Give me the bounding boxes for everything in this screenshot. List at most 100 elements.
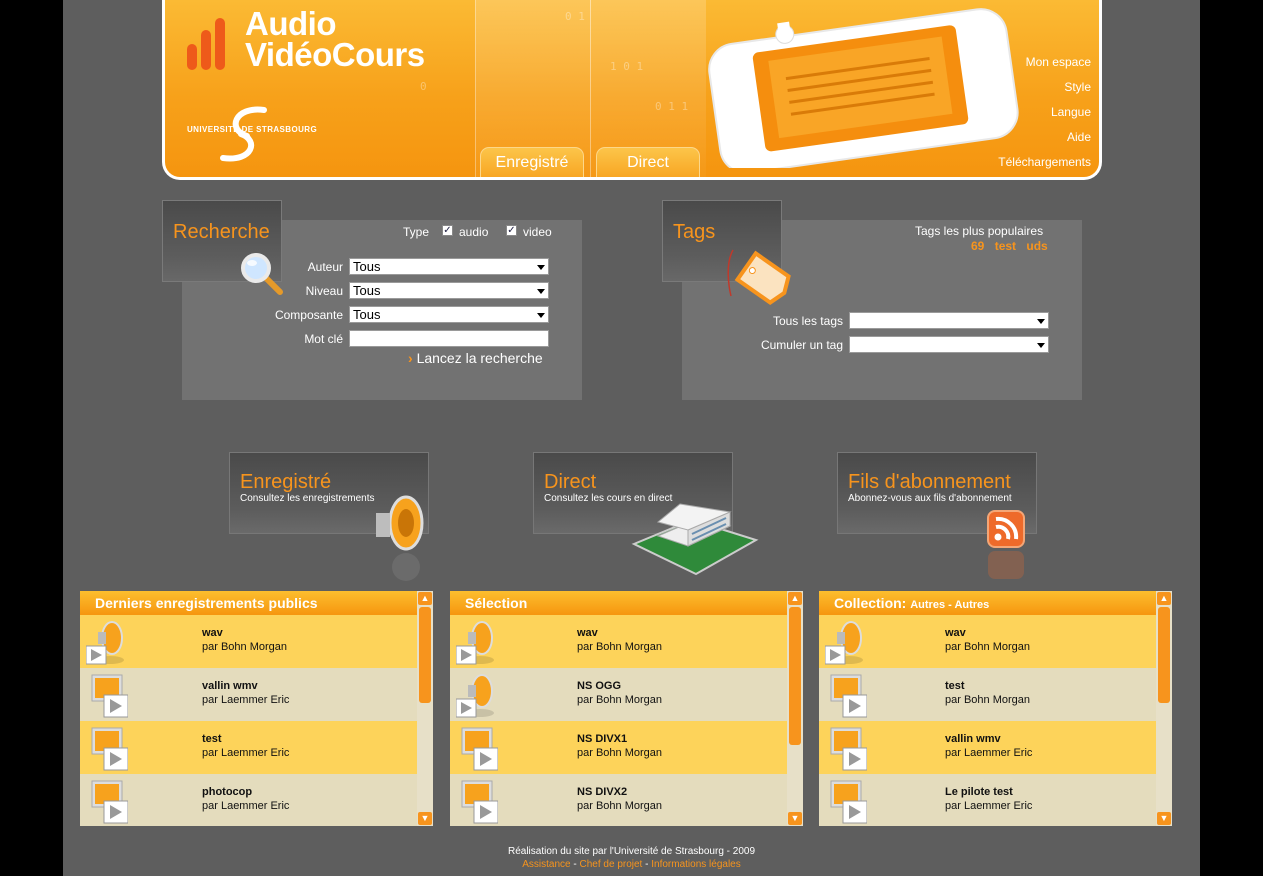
list-item[interactable]: vallin wmv par Laemmer Eric <box>819 721 1156 774</box>
scroll-up-icon[interactable]: ▲ <box>418 592 432 605</box>
audio-item-icon <box>456 674 494 718</box>
item-name: NS DIVX2 <box>577 786 628 798</box>
section-title: Fils d'abonnement <box>848 471 1011 493</box>
header-decoration: 1 0 1 <box>610 60 644 73</box>
list-item[interactable]: test par Bohn Morgan <box>819 668 1156 721</box>
section-subtitle: Abonnez-vous aux fils d'abonnement <box>848 493 1012 504</box>
tags-title: Tags <box>673 221 716 243</box>
chevron-down-icon <box>1037 319 1045 324</box>
site-header: 0 1 1 0 1 0 1 1 0 Audio VidéoCours UNIVE… <box>162 0 1102 180</box>
all-tags-select[interactable] <box>849 312 1049 329</box>
logo-line-2: VidéoCours <box>245 36 425 73</box>
all-tags-label: Tous les tags <box>772 314 843 328</box>
audio-label: audio <box>459 225 489 239</box>
popular-tags-list: 69 test uds <box>971 239 1048 253</box>
header-decoration: 0 1 <box>565 10 585 23</box>
item-author: par Laemmer Eric <box>945 800 1033 812</box>
video-item-icon <box>830 727 867 771</box>
building-icon <box>631 503 759 576</box>
header-decoration: 0 1 1 <box>655 100 689 113</box>
university-name: UNIVERSITÉ DE STRASBOURG <box>187 125 318 134</box>
item-name: NS OGG <box>577 680 622 692</box>
list-item[interactable]: photocop par Laemmer Eric <box>80 774 417 826</box>
item-name: Le pilote test <box>945 786 1013 798</box>
item-author: par Bohn Morgan <box>945 641 1030 653</box>
item-author: par Bohn Morgan <box>577 641 662 653</box>
footer-link-informations-legales[interactable]: Informations légales <box>651 859 741 870</box>
scroll-down-icon[interactable]: ▼ <box>788 812 802 825</box>
keyword-input[interactable] <box>349 330 549 347</box>
item-author: par Laemmer Eric <box>202 747 290 759</box>
tag-link[interactable]: 69 <box>971 239 984 253</box>
list-header: Collection: Autres - Autres <box>819 591 1156 615</box>
video-checkbox[interactable]: ✓ <box>506 225 517 236</box>
video-item-icon <box>461 727 498 771</box>
list-item[interactable]: wav par Bohn Morgan <box>819 615 1156 668</box>
menu-aide[interactable]: Aide <box>998 130 1091 155</box>
item-name: wav <box>945 627 966 639</box>
chevron-down-icon <box>537 313 545 318</box>
speaker-icon <box>376 495 424 581</box>
chevron-down-icon <box>537 289 545 294</box>
cumulate-tag-select[interactable] <box>849 336 1049 353</box>
list-header: Sélection <box>450 591 787 615</box>
tab-enregistre[interactable]: Enregistré <box>480 147 584 177</box>
scroll-thumb[interactable] <box>1158 607 1170 703</box>
audio-item-icon <box>86 621 124 665</box>
chevron-down-icon <box>537 265 545 270</box>
search-submit-link[interactable]: › Lancez la recherche <box>408 350 543 366</box>
list-item[interactable]: Le pilote test par Laemmer Eric <box>819 774 1156 826</box>
menu-mon-espace[interactable]: Mon espace <box>998 55 1091 80</box>
tag-link[interactable]: test <box>995 239 1016 253</box>
scroll-thumb[interactable] <box>789 607 801 745</box>
item-name: wav <box>577 627 598 639</box>
item-name: photocop <box>202 786 253 798</box>
list-item[interactable]: vallin wmv par Laemmer Eric <box>80 668 417 721</box>
item-name: wav <box>202 627 223 639</box>
component-label: Composante <box>274 308 343 322</box>
media-player-illustration-icon <box>708 8 1019 168</box>
item-name: vallin wmv <box>945 733 1001 745</box>
scroll-thumb[interactable] <box>419 607 431 703</box>
list-scrollbar[interactable]: ▲ ▼ <box>417 591 433 826</box>
list-item[interactable]: wav par Bohn Morgan <box>450 615 787 668</box>
item-author: par Laemmer Eric <box>202 800 290 812</box>
author-label: Auteur <box>307 260 343 274</box>
list-scrollbar[interactable]: ▲ ▼ <box>1156 591 1172 826</box>
tag-link[interactable]: uds <box>1026 239 1047 253</box>
list-recent-public: Derniers enregistrements publics wav par… <box>80 591 433 826</box>
tab-direct[interactable]: Direct <box>596 147 700 177</box>
menu-langue[interactable]: Langue <box>998 105 1091 130</box>
scroll-up-icon[interactable]: ▲ <box>788 592 802 605</box>
site-logo[interactable]: Audio VidéoCours <box>245 7 425 73</box>
chevron-right-icon: › <box>408 350 413 366</box>
list-item[interactable]: NS DIVX2 par Bohn Morgan <box>450 774 787 826</box>
magnifier-icon <box>241 253 283 295</box>
section-title: Direct <box>544 471 597 493</box>
list-item[interactable]: NS DIVX1 par Bohn Morgan <box>450 721 787 774</box>
menu-telechargements[interactable]: Téléchargements <box>998 155 1091 177</box>
university-logo-icon <box>220 106 267 162</box>
menu-style[interactable]: Style <box>998 80 1091 105</box>
level-label: Niveau <box>305 284 343 298</box>
level-select[interactable]: Tous <box>349 282 549 299</box>
item-author: par Bohn Morgan <box>577 694 662 706</box>
scroll-down-icon[interactable]: ▼ <box>418 812 432 825</box>
list-item[interactable]: NS OGG par Bohn Morgan <box>450 668 787 721</box>
item-author: par Bohn Morgan <box>577 747 662 759</box>
item-author: par Bohn Morgan <box>202 641 287 653</box>
list-item[interactable]: test par Laemmer Eric <box>80 721 417 774</box>
scroll-up-icon[interactable]: ▲ <box>1157 592 1171 605</box>
scroll-down-icon[interactable]: ▼ <box>1157 812 1171 825</box>
audio-checkbox[interactable]: ✓ <box>442 225 453 236</box>
component-select[interactable]: Tous <box>349 306 549 323</box>
footer-link-chef-de-projet[interactable]: Chef de projet <box>580 859 643 870</box>
author-select[interactable]: Tous <box>349 258 549 275</box>
list-collection: Collection: Autres - Autres wav par Bohn… <box>819 591 1172 826</box>
header-decoration: 0 <box>420 80 427 93</box>
list-item[interactable]: wav par Bohn Morgan <box>80 615 417 668</box>
footer-link-assistance[interactable]: Assistance <box>522 859 570 870</box>
video-item-icon <box>830 780 867 824</box>
list-scrollbar[interactable]: ▲ ▼ <box>787 591 803 826</box>
popular-tags-label: Tags les plus populaires <box>915 224 1044 238</box>
